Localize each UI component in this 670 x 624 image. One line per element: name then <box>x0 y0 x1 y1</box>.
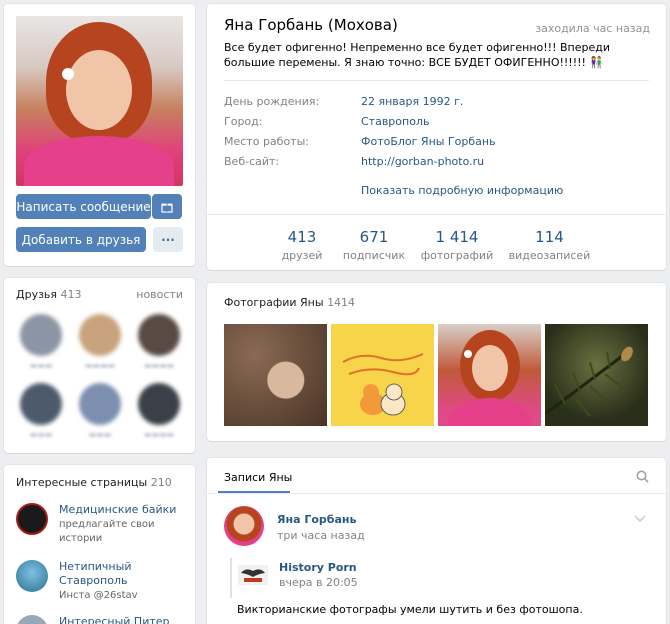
counter-number: 671 <box>359 228 389 246</box>
page-avatar <box>16 560 48 592</box>
photo-thumbnail[interactable] <box>224 324 327 426</box>
page-title[interactable]: Нетипичный Ставрополь <box>59 560 184 588</box>
friend-name-blurred: ▬▬▬ <box>29 361 53 370</box>
photos-title[interactable]: Фотографии Яны 1414 <box>224 296 355 309</box>
add-friend-button[interactable]: Добавить в друзья <box>16 227 146 252</box>
friends-count: 413 <box>60 288 82 301</box>
write-message-button[interactable]: Написать сообщение <box>16 194 151 219</box>
friend-item[interactable]: ▬▬▬ <box>76 383 124 439</box>
history-porn-logo-icon <box>241 569 265 582</box>
info-label: День рождения: <box>224 95 320 108</box>
photo-thumbnail[interactable] <box>545 324 648 426</box>
info-value-birthday[interactable]: 22 января 1992 г. <box>361 95 463 108</box>
gift-icon <box>161 203 173 213</box>
repost-time[interactable]: вчера в 20:05 <box>279 576 358 589</box>
page-title[interactable]: Медицинские байки <box>59 503 184 517</box>
post-text: Викторианские фотографы умели шутить и б… <box>237 603 583 616</box>
post-author-name[interactable]: Яна Горбань <box>277 513 356 526</box>
profile-name: Яна Горбань (Мохова) <box>224 16 398 34</box>
pages-count: 210 <box>150 476 172 489</box>
friends-title[interactable]: Друзья 413 <box>16 288 82 301</box>
post-author-avatar[interactable] <box>224 506 264 546</box>
page-avatar <box>16 503 48 535</box>
photo-thumbnail[interactable] <box>331 324 434 426</box>
profile-status[interactable]: Все будет офигенно! Непременно все будет… <box>224 40 644 70</box>
counter-followers[interactable]: 671 подписчик <box>329 228 419 262</box>
avatar-card: Написать сообщение Добавить в друзья ··· <box>4 4 195 266</box>
portrait-illustration <box>448 330 532 426</box>
friend-avatar <box>138 383 180 425</box>
friend-item[interactable]: ▬▬▬▬ <box>76 314 124 370</box>
friend-name-blurred: ▬▬▬▬ <box>84 361 116 370</box>
divider <box>224 80 649 81</box>
search-icon[interactable] <box>636 470 649 483</box>
friends-news-link[interactable]: новости <box>136 288 183 301</box>
show-more-info-link[interactable]: Показать подробную информацию <box>361 184 563 197</box>
info-label: Веб-сайт: <box>224 155 280 168</box>
tab-user-posts[interactable]: Записи Яны <box>224 471 292 484</box>
couple-emoji-icon: 👫 <box>589 56 604 69</box>
counter-label: видеозаписей <box>508 249 591 262</box>
interesting-pages-card: Интересные страницы 210 Медицинские байк… <box>4 465 195 624</box>
friend-avatar <box>20 314 62 356</box>
counter-label: подписчик <box>342 249 406 262</box>
last-seen-status: заходила час назад <box>535 22 650 35</box>
counter-number: 1 414 <box>435 228 479 246</box>
friend-item[interactable]: ▬▬▬▬ <box>135 383 183 439</box>
info-label: Город: <box>224 115 263 128</box>
photos-card: Фотографии Яны 1414 <box>207 283 666 441</box>
photos-title-text: Фотографии Яны <box>224 296 324 309</box>
page-description: Инста @26stav <box>59 590 138 601</box>
divider <box>207 493 666 494</box>
more-actions-button[interactable]: ··· <box>153 227 183 252</box>
post-time[interactable]: три часа назад <box>277 529 365 542</box>
friend-item[interactable]: ▬▬▬ <box>17 314 65 370</box>
counter-photos[interactable]: 1 414 фотографий <box>412 228 502 262</box>
friends-card: Друзья 413 новости ▬▬▬ ▬▬▬▬ ▬▬▬▬ ▬▬▬ ▬▬▬… <box>4 278 195 453</box>
friend-avatar <box>79 314 121 356</box>
info-value-website[interactable]: http://gorban-photo.ru <box>361 155 484 168</box>
repost-author[interactable]: History Porn <box>279 561 357 574</box>
wall-card: Записи Яны Яна Горбань три часа назад Hi… <box>207 458 666 624</box>
friend-item[interactable]: ▬▬▬ <box>17 383 65 439</box>
friendship-day-illustration <box>342 353 424 416</box>
repost-source-avatar[interactable] <box>238 565 268 585</box>
chevron-down-icon[interactable] <box>634 515 646 523</box>
profile-avatar[interactable] <box>16 16 183 186</box>
pages-title-text: Интересные страницы <box>16 476 148 489</box>
friend-name-blurred: ▬▬▬ <box>29 430 53 439</box>
friend-item[interactable]: ▬▬▬▬ <box>135 314 183 370</box>
friend-avatar <box>79 383 121 425</box>
friend-name-blurred: ▬▬▬▬ <box>143 361 175 370</box>
send-gift-button[interactable] <box>152 194 182 219</box>
profile-status-text: Все будет офигенно! Непременно все будет… <box>224 41 610 69</box>
info-label: Место работы: <box>224 135 309 148</box>
page-description: предлагайте свои истории <box>59 519 155 544</box>
photos-count: 1414 <box>327 296 356 309</box>
info-value-workplace[interactable]: ФотоБлог Яны Горбань <box>361 135 496 148</box>
page-avatar <box>16 615 48 624</box>
counter-number: 114 <box>535 228 564 246</box>
divider <box>207 214 666 215</box>
info-value-city[interactable]: Ставрополь <box>361 115 429 128</box>
friend-avatar <box>138 314 180 356</box>
pages-title[interactable]: Интересные страницы 210 <box>16 476 172 489</box>
counter-label: фотографий <box>420 249 494 262</box>
add-friend-label: Добавить в друзья <box>21 232 141 247</box>
friend-name-blurred: ▬▬▬▬ <box>143 430 175 439</box>
profile-info-card: Яна Горбань (Мохова) заходила час назад … <box>207 4 666 270</box>
repost-line <box>230 558 232 598</box>
friend-avatar <box>20 383 62 425</box>
write-message-label: Написать сообщение <box>16 199 151 214</box>
pine-branch-illustration <box>545 346 633 417</box>
photo-thumbnail[interactable] <box>438 324 541 426</box>
more-dots-icon: ··· <box>161 232 175 247</box>
friend-name-blurred: ▬▬▬ <box>88 430 112 439</box>
page-title[interactable]: Интересный Питер <box>59 615 184 624</box>
counter-videos[interactable]: 114 видеозаписей <box>502 228 597 262</box>
friends-title-text: Друзья <box>16 288 58 301</box>
